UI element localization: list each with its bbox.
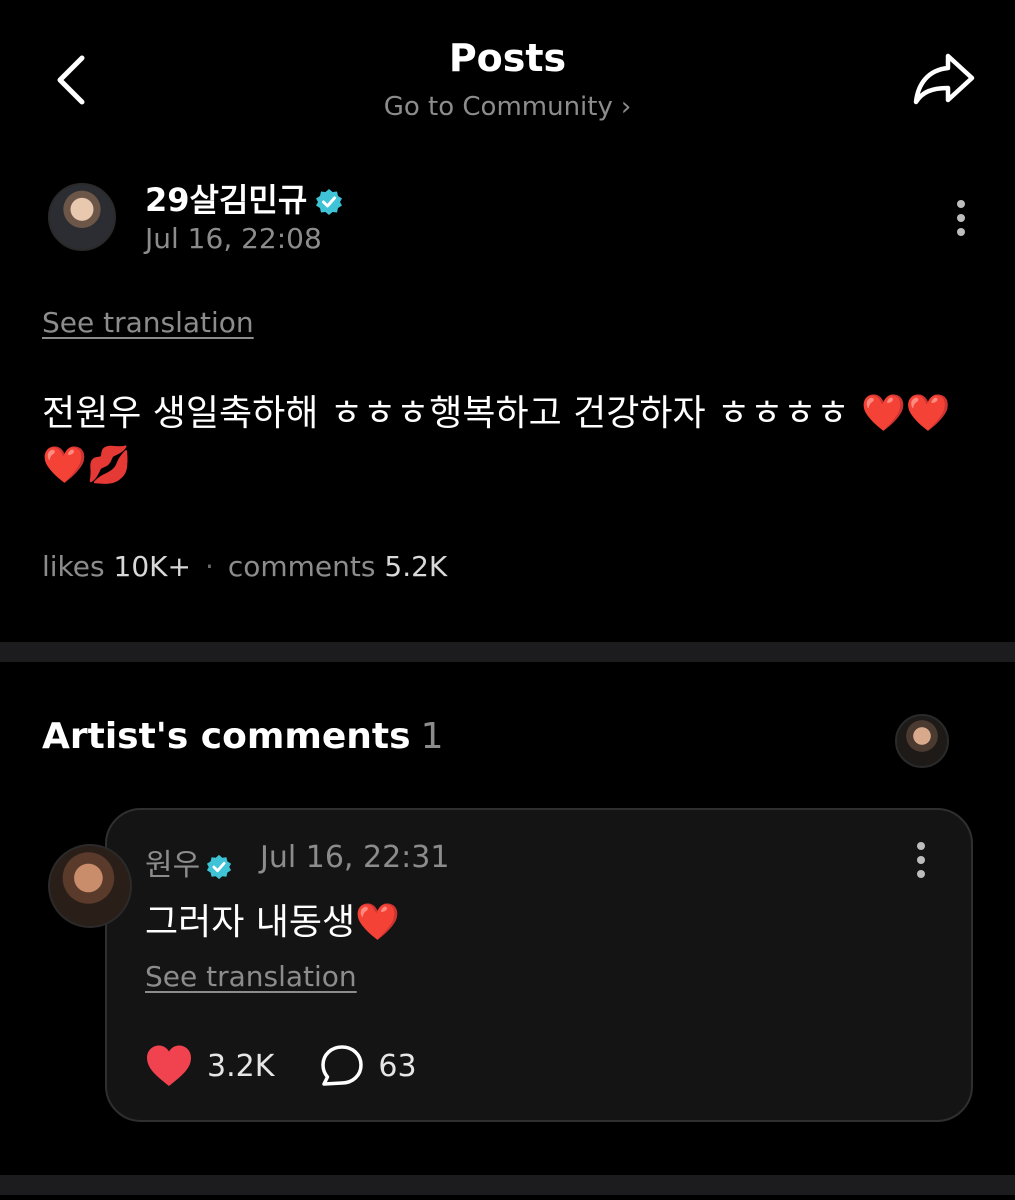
page-title: Posts — [448, 36, 567, 80]
post-author[interactable]: 29살김민규 — [145, 175, 343, 221]
comment-bubble-icon — [321, 1045, 364, 1086]
comment-reply-button[interactable]: 63 — [320, 1044, 417, 1088]
heart-icon — [147, 1045, 191, 1086]
bottom-divider — [0, 1175, 1015, 1195]
artist-comments-heading: Artist's comments 1 — [42, 716, 443, 757]
author-avatar[interactable] — [48, 183, 116, 251]
posts-page: Posts Go to Community › 29살김민규 Jul 16, 22… — [0, 0, 1015, 1200]
share-arrow-icon — [913, 53, 975, 105]
comment-like-button[interactable]: 3.2K — [145, 1044, 274, 1088]
section-divider — [0, 642, 1015, 662]
comments-count[interactable]: 5.2K — [384, 550, 447, 583]
comment-timestamp: Jul 16, 22:31 — [260, 840, 450, 875]
go-to-community-label: Go to Community — [383, 92, 613, 122]
post-more-button[interactable] — [949, 196, 973, 244]
likes-label: likes — [42, 550, 105, 583]
post-stats: likes 10K+ · comments 5.2K — [42, 550, 447, 583]
comment-reply-count: 63 — [378, 1048, 417, 1084]
more-vertical-icon — [957, 200, 965, 208]
chevron-right-icon: › — [620, 92, 632, 122]
comments-label[interactable]: comments — [228, 550, 376, 583]
commenter[interactable]: 원우 — [145, 840, 232, 884]
post-author-name: 29살김민규 — [145, 181, 308, 219]
comment-text: 그러자 내동생❤️ — [145, 902, 400, 943]
artist-comments-title: Artist's comments — [42, 716, 411, 757]
more-vertical-icon — [917, 842, 925, 850]
commenter-name: 원우 — [145, 848, 201, 883]
artist-filter-avatar[interactable] — [895, 714, 949, 768]
comment-actions: 3.2K 63 — [145, 1040, 417, 1092]
stats-separator: · — [204, 550, 214, 583]
share-button[interactable] — [910, 48, 980, 110]
comment-see-translation-link[interactable]: See translation — [145, 960, 357, 993]
post-body-text: 전원우 생일축하해 ㅎㅎㅎ행복하고 건강하자 ㅎㅎㅎㅎ ❤️❤️❤️💋 — [42, 393, 951, 486]
comment-like-count: 3.2K — [207, 1048, 275, 1084]
post-timestamp: Jul 16, 22:08 — [145, 222, 322, 255]
likes-count: 10K+ — [113, 550, 191, 583]
go-to-community-link[interactable]: Go to Community › — [0, 92, 1015, 122]
artist-comments-count: 1 — [420, 716, 444, 757]
commenter-avatar[interactable] — [48, 844, 132, 928]
top-bar: Posts Go to Community › — [0, 0, 1015, 150]
verified-badge-icon — [316, 189, 343, 215]
verified-badge-icon — [207, 854, 232, 879]
post-see-translation-link[interactable]: See translation — [42, 306, 254, 339]
comment-more-button[interactable] — [909, 838, 933, 886]
